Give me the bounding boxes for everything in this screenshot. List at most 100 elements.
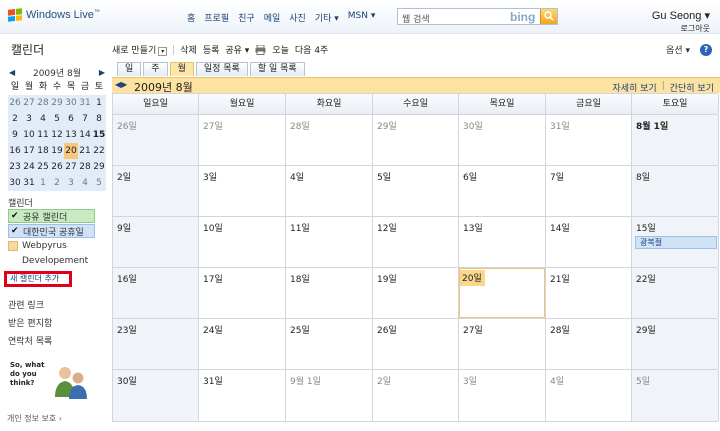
day-cell[interactable]: 9월 1일 — [286, 370, 373, 421]
day-cell[interactable]: 2일 — [113, 166, 199, 216]
day-cell[interactable]: 20일 — [459, 268, 546, 318]
day-number[interactable]: 24일 — [203, 323, 223, 336]
day-number[interactable]: 31일 — [203, 374, 223, 387]
day-cell[interactable]: 29일 — [373, 115, 459, 165]
mini-day[interactable]: 4 — [36, 111, 50, 127]
day-number[interactable]: 4일 — [550, 374, 564, 387]
day-number[interactable]: 29일 — [636, 323, 656, 336]
day-number[interactable]: 26일 — [377, 323, 397, 336]
calendar-shared[interactable]: ✔ 공유 캘린더 — [8, 209, 95, 223]
add-calendar-button[interactable]: 새 캘린더 추가 — [4, 271, 72, 287]
day-cell[interactable]: 24일 — [199, 319, 286, 369]
mini-day[interactable]: 16 — [8, 143, 22, 159]
next-month-icon[interactable]: ▶ — [121, 80, 127, 89]
share-button[interactable]: 공유 ▾ — [225, 43, 249, 56]
mini-day[interactable]: 26 — [8, 95, 22, 111]
mini-day[interactable]: 31 — [22, 175, 36, 191]
mini-day[interactable]: 12 — [50, 127, 64, 143]
nav-msn[interactable]: MSN ▾ — [348, 11, 376, 24]
day-number[interactable]: 29일 — [377, 119, 397, 132]
day-number[interactable]: 17일 — [203, 272, 223, 285]
day-cell[interactable]: 10일 — [199, 217, 286, 267]
day-number[interactable]: 22일 — [636, 272, 656, 285]
day-cell[interactable]: 28일 — [546, 319, 632, 369]
day-number[interactable]: 23일 — [117, 323, 137, 336]
day-number[interactable]: 21일 — [550, 272, 570, 285]
link-inbox[interactable]: 받은 편지함 — [8, 316, 52, 329]
day-cell[interactable]: 11일 — [286, 217, 373, 267]
day-cell[interactable]: 12일 — [373, 217, 459, 267]
delete-button[interactable]: 삭제 — [180, 43, 197, 56]
day-number[interactable]: 19일 — [377, 272, 397, 285]
tab-todo[interactable]: 할 일 목록 — [249, 62, 305, 76]
check-icon[interactable]: ✔ — [11, 226, 20, 236]
day-number[interactable]: 8일 — [636, 170, 650, 183]
privacy-link[interactable]: 개인 정보 보호 › — [7, 413, 62, 424]
day-number[interactable]: 18일 — [290, 272, 310, 285]
day-number[interactable]: 11일 — [290, 221, 310, 234]
subscribe-button[interactable]: 등록 — [203, 43, 220, 56]
day-number[interactable]: 30일 — [117, 374, 137, 387]
user-menu[interactable]: Gu Seong ▾ 로그아웃 — [652, 9, 710, 34]
calendar-color-swatch[interactable] — [8, 241, 18, 251]
day-number[interactable]: 27일 — [463, 323, 483, 336]
day-number[interactable]: 8월 1일 — [636, 119, 668, 132]
day-number[interactable]: 2일 — [377, 374, 391, 387]
mini-day[interactable]: 2 — [50, 175, 64, 191]
next4-button[interactable]: 다음 4주 — [295, 43, 328, 56]
day-number[interactable]: 14일 — [550, 221, 570, 234]
check-icon[interactable]: ✔ — [11, 211, 20, 221]
options-button[interactable]: 옵션 ▾ — [666, 43, 690, 56]
mini-day[interactable]: 22 — [92, 143, 106, 159]
mini-day[interactable]: 28 — [78, 159, 92, 175]
day-cell[interactable]: 9일 — [113, 217, 199, 267]
day-number[interactable]: 30일 — [463, 119, 483, 132]
nav-profile[interactable]: 프로필 — [204, 11, 229, 24]
mini-day[interactable]: 1 — [92, 95, 106, 111]
day-cell[interactable]: 16일 — [113, 268, 199, 318]
mini-day[interactable]: 5 — [92, 175, 106, 191]
mini-day[interactable]: 10 — [22, 127, 36, 143]
mini-day[interactable]: 15 — [92, 127, 106, 143]
day-cell[interactable]: 4일 — [286, 166, 373, 216]
day-number[interactable]: 3일 — [463, 374, 477, 387]
mini-day[interactable]: 24 — [22, 159, 36, 175]
day-cell[interactable]: 5일 — [632, 370, 719, 421]
day-number[interactable]: 3일 — [203, 170, 217, 183]
mini-day[interactable]: 13 — [64, 127, 78, 143]
day-number[interactable]: 10일 — [203, 221, 223, 234]
day-number[interactable]: 9월 1일 — [290, 374, 321, 387]
day-cell[interactable]: 15일 광복절 — [632, 217, 719, 267]
mini-day[interactable]: 27 — [64, 159, 78, 175]
day-number[interactable]: 12일 — [377, 221, 397, 234]
day-number[interactable]: 7일 — [550, 170, 564, 183]
day-cell[interactable]: 27일 — [459, 319, 546, 369]
day-cell[interactable]: 28일 — [286, 115, 373, 165]
new-button[interactable]: 새로 만들기 ▾ — [112, 43, 168, 56]
search-input[interactable]: 웹 검색 bing — [397, 8, 558, 25]
mini-day[interactable]: 29 — [50, 95, 64, 111]
mini-day[interactable]: 17 — [22, 143, 36, 159]
day-cell[interactable]: 23일 — [113, 319, 199, 369]
mini-day[interactable]: 4 — [78, 175, 92, 191]
calendar-webpyrus-label[interactable]: Webpyrus — [22, 241, 67, 251]
mini-day[interactable]: 19 — [50, 143, 64, 159]
day-cell[interactable]: 6일 — [459, 166, 546, 216]
day-cell[interactable]: 3일 — [199, 166, 286, 216]
day-number[interactable]: 5일 — [636, 374, 650, 387]
mini-day[interactable]: 8 — [92, 111, 106, 127]
day-cell[interactable]: 8월 1일 — [632, 115, 719, 165]
mini-day[interactable]: 7 — [78, 111, 92, 127]
day-cell[interactable]: 13일 — [459, 217, 546, 267]
day-number[interactable]: 2일 — [117, 170, 131, 183]
day-cell[interactable]: 14일 — [546, 217, 632, 267]
day-cell[interactable]: 25일 — [286, 319, 373, 369]
mini-day[interactable]: 2 — [8, 111, 22, 127]
day-cell[interactable]: 21일 — [546, 268, 632, 318]
day-cell[interactable]: 8일 — [632, 166, 719, 216]
day-number[interactable]: 20일 — [460, 270, 485, 286]
mini-day[interactable]: 6 — [64, 111, 78, 127]
nav-friends[interactable]: 친구 — [238, 11, 255, 24]
mini-day[interactable]: 23 — [8, 159, 22, 175]
event-liberation-day[interactable]: 광복절 — [635, 236, 717, 249]
